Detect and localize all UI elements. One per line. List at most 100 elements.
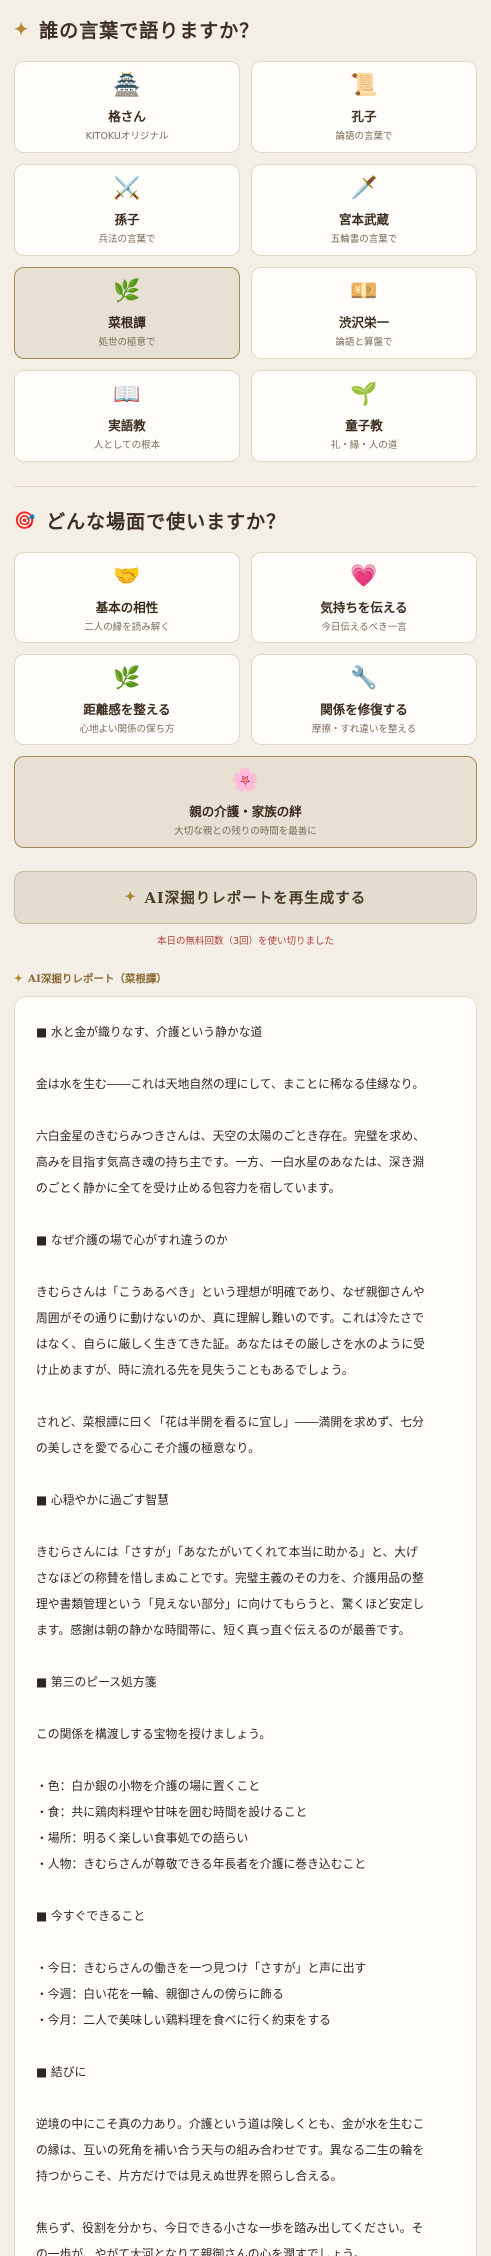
- report-spacer: [36, 1097, 455, 1123]
- scene-card-sub: 今日伝えるべき一言: [321, 621, 407, 633]
- report-line: ます。感謝は朝の静かな時間帯に、短く真っ直ぐ伝えるのが最善です。: [36, 1623, 411, 1637]
- blossom-icon: 🌸: [231, 768, 260, 793]
- scene-card-family-care[interactable]: 🌸 親の介護・家族の絆 大切な親との残りの時間を最善に: [14, 756, 477, 848]
- report-line: この関係を構渡しする宝物を授けましょう。: [36, 1727, 271, 1741]
- report-section-heading: ■ 水と金が織りなす、介護という静かな道: [36, 1025, 263, 1039]
- report-spacer: [36, 1643, 455, 1669]
- report-section-heading: ■ 心穏やかに過ごす智慧: [36, 1493, 169, 1507]
- speaker-section-title: 誰の言葉で語りますか？: [39, 20, 260, 42]
- scene-grid: 🤝 基本の相性 二人の縁を読み解く 💗 気持ちを伝える 今日伝えるべき一言 🌿 距離感を整える…: [14, 552, 477, 745]
- report-spacer: [36, 1383, 455, 1409]
- report-line: のごとく静かに全てを受け止める包容力を宿しています。: [36, 1181, 341, 1195]
- herb-icon: 🌿: [113, 665, 141, 691]
- sparkle-icon: ✦: [124, 890, 137, 905]
- speaker-card-name: 格さん: [108, 109, 146, 124]
- banknote-icon: 💴: [350, 279, 378, 304]
- report-line: きむらさんは「こうあるべき」という理想が明確であり、なぜ親御さんや: [36, 1285, 425, 1299]
- report-section-heading: ■ なぜ介護の場で心がすれ違うのか: [36, 1233, 228, 1247]
- report-line: ・場所：明るく楽しい食事処での語らい: [36, 1831, 249, 1845]
- report-section-heading: ■ 今すぐできること: [36, 1909, 146, 1923]
- report-spacer: [36, 1045, 455, 1071]
- report-line: さなほどの称賛を惜しまぬことです。完璧主義のその力を、介護用品の整: [36, 1571, 424, 1585]
- dagger-icon: 🗡️: [350, 176, 378, 201]
- report-line: されど、菜根譚に曰く「花は半開を看るに宜し」――満開を求めず、七分: [36, 1415, 424, 1429]
- report-line: の一歩が、やがて大河となりて親御さんの心を潤すでしょう。: [36, 2247, 366, 2256]
- report-spacer: [36, 1201, 455, 1227]
- scene-card[interactable]: 🌿 距離感を整える 心地よい関係の保ち方: [14, 654, 240, 745]
- report-line: 高みを目指す気高き魂の持ち主です。一方、一白水星のあなたは、深き淵: [36, 1155, 425, 1169]
- sparkle-icon: ✦: [14, 19, 30, 40]
- speaker-card-sub: 五輪書の言葉で: [330, 234, 398, 245]
- report-line: ・食：共に鶏肉料理や甘味を囲む時間を設けること: [36, 1805, 308, 1819]
- speaker-card[interactable]: 📜 孔子論語の言葉で: [251, 61, 477, 153]
- report-line: け止めますが、時に流れる先を見失うこともあるでしょう。: [36, 1363, 354, 1377]
- speaker-card-sub: 人としての根本: [93, 440, 161, 451]
- regenerate-report-label: AI深掘りレポートを再生成する: [144, 890, 367, 907]
- report-spacer: [36, 2189, 455, 2215]
- herb-icon: 🌿: [113, 279, 141, 304]
- speaker-card-sub: 兵法の言葉で: [98, 234, 156, 245]
- speaker-card-name: 孫子: [114, 212, 140, 227]
- report-spacer: [36, 1929, 455, 1955]
- scene-card-name: 関係を修復する: [320, 701, 408, 717]
- speaker-card-sub: 論語の言葉で: [335, 131, 393, 142]
- report-spacer: [36, 2033, 455, 2059]
- report-line: 金は水を生む――これは天地自然の理にして、まことに稀なる佳縁なり。: [36, 1077, 425, 1091]
- report-line: きむらさんには「さすが」「あなたがいてくれて本当に助かる」と、大げ: [36, 1545, 418, 1559]
- scene-card-sub: 心地よい関係の保ち方: [79, 723, 175, 735]
- sparkle-icon: ✦: [14, 972, 23, 985]
- speaker-card-sub: KITOKUオリジナル: [85, 131, 169, 142]
- scene-card-name: 基本の相性: [95, 599, 159, 615]
- report-body: ■ 水と金が織りなす、介護という静かな道金は水を生む――これは天地自然の理にして…: [14, 996, 477, 2256]
- speaker-card-sub: 論語と算盤で: [335, 337, 393, 348]
- speaker-card-name: 孔子: [351, 109, 377, 124]
- speaker-card[interactable]: 🏯 格さん KITOKUオリジナル: [14, 61, 240, 153]
- scene-card-sub: 大切な親との残りの時間を最善に: [174, 826, 317, 837]
- report-heading: ✦ AI深掘りレポート（菜根譚）: [14, 971, 477, 986]
- report-line: 周囲がその通りに動けないのか、真に理解し難いのです。これは冷たさで: [36, 1311, 424, 1325]
- speaker-grid: 🏯 格さん KITOKUオリジナル 📜 孔子 論語の言葉で ⚔️ 孫子 兵法の言葉で 🗡️ 宮本武蔵…: [14, 61, 477, 462]
- report-line: ・人物：きむらさんが尊敬できる年長者を介護に巻き込むこと: [36, 1857, 367, 1871]
- report-spacer: [36, 1253, 455, 1279]
- speaker-card[interactable]: 📖 実語教人としての根本: [14, 370, 240, 462]
- target-icon: 🎯: [14, 510, 37, 531]
- report-spacer: [36, 1747, 455, 1773]
- report-section-heading: ■ 第三のピース処方箋: [36, 1675, 157, 1689]
- speaker-card-name: 実語教: [108, 418, 146, 433]
- report-spacer: [36, 1877, 455, 1903]
- quota-notice: 本日の無料回数（3回）を使い切りました: [156, 936, 335, 947]
- speaker-card[interactable]: 💴 渋沢栄一 論語と算盤で: [251, 267, 477, 359]
- speaker-card[interactable]: 🗡️ 宮本武蔵 五輪書の言葉で: [251, 164, 477, 256]
- report-line: の美しさを愛でる心こそ介護の極意なり。: [36, 1441, 260, 1455]
- scene-card-name: 親の介護・家族の絆: [189, 804, 302, 819]
- heart-icon: 💗: [350, 563, 378, 589]
- open-book-icon: 📖: [113, 382, 141, 407]
- report-line: 理や書類管理という「見えない部分」に向けてもらうと、驚くほど安定し: [36, 1597, 425, 1611]
- scene-card[interactable]: 🤝 基本の相性 二人の縁を読み解く: [14, 552, 240, 643]
- report-line: 持つからこそ、片方だけでは見えぬ世界を照らし合える。: [36, 2169, 343, 2183]
- speaker-card[interactable]: 🌱 童子教 礼・縁・人の道: [251, 370, 477, 462]
- speaker-card[interactable]: 🌿 菜根譚 処世の極意で: [14, 267, 240, 359]
- scene-card[interactable]: 🔧 関係を修復する摩擦・すれ違いを整える: [251, 654, 477, 745]
- castle-icon: 🏯: [113, 73, 141, 98]
- wrench-icon: 🔧: [350, 665, 378, 691]
- report-line: の縁は、互いの死角を補い合う天与の組み合わせです。異なる二生の輪を: [36, 2143, 425, 2157]
- handshake-icon: 🤝: [113, 563, 141, 589]
- seedling-icon: 🌱: [350, 382, 378, 407]
- scene-card[interactable]: 💗 気持ちを伝える 今日伝えるべき一言: [251, 552, 477, 643]
- report-line: はなく、自らに厳しく生きてきた証。あなたはその厳しさを水のように受: [36, 1337, 425, 1351]
- scroll-icon: 📜: [350, 73, 378, 98]
- report-section-heading: ■ 結びに: [36, 2065, 87, 2079]
- scene-section-header: 🎯 どんな場面で使いますか？: [14, 507, 477, 534]
- speaker-card-name: 菜根譚: [108, 315, 146, 330]
- regenerate-report-button[interactable]: ✦ AI深掘りレポートを再生成する: [14, 871, 477, 924]
- report-line: ・今月：二人で美味しい鶏料理を食べに行く約束をする: [36, 2013, 331, 2027]
- report-spacer: [36, 1513, 455, 1539]
- report-line: 焦らず、役割を分かち、今日できる小さな一歩を踏み出してください。そ: [36, 2221, 424, 2235]
- report-line: 六白金星のきむらみつきさんは、天空の太陽のごとき存在。完璧を求め、: [36, 1129, 425, 1143]
- speaker-card[interactable]: ⚔️ 孫子 兵法の言葉で: [14, 164, 240, 256]
- report-line: 逆境の中にこそ真の力あり。介護という道は険しくとも、金が水を生むこ: [36, 2117, 425, 2131]
- page: ✦ 誰の言葉で語りますか？ 🏯 格さん KITOKUオリジナル 📜 孔子 論語の言葉で ⚔️…: [0, 0, 491, 2256]
- scene-card-sub: 摩擦・すれ違いを整える: [311, 723, 417, 735]
- report-spacer: [36, 1461, 455, 1487]
